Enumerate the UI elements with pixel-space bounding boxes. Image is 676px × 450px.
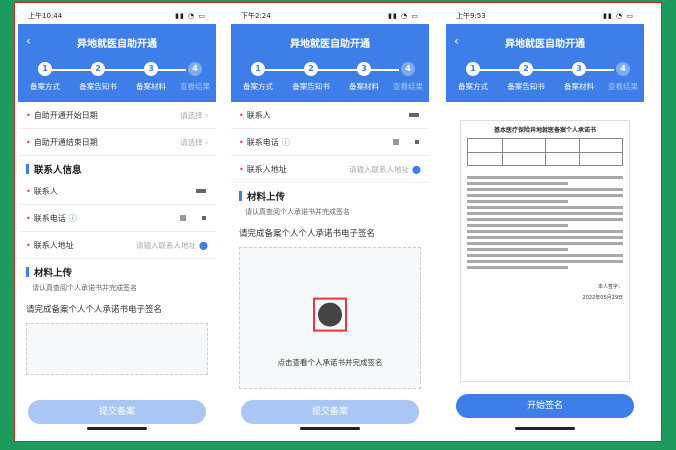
location-pin-icon[interactable]: ⬤ — [412, 165, 421, 174]
header: ‹ 异地就医自助开通 1 2 3 4 备案方式 备案告知书 备案材料 查看结果 — [446, 24, 644, 102]
step-2-label: 备案告知书 — [507, 82, 545, 91]
material-hint: 请认真查阅个人承诺书并完成签名 — [245, 208, 350, 216]
step-3-label: 备案材料 — [136, 82, 166, 91]
end-date-placeholder: 请选择 — [180, 137, 203, 147]
submit-button[interactable]: 提交备案 — [241, 400, 419, 424]
location-pin-icon[interactable]: ⬤ — [199, 241, 208, 250]
status-time: 下午2:24 — [241, 12, 271, 20]
material-hint: 请认真查阅个人承诺书并完成签名 — [32, 284, 137, 292]
back-icon[interactable]: ‹ — [26, 34, 31, 48]
signal-wifi-battery-icon: ▮▮ ◔ ▭ — [175, 12, 206, 20]
material-section-title: 材料上传 — [231, 183, 429, 205]
address-row[interactable]: • 联系人地址 请输入联系人地址 ⬤ — [231, 156, 429, 183]
step-1-label: 备案方式 — [243, 82, 273, 91]
chevron-right-icon: › — [205, 110, 208, 120]
page-title: 异地就医自助开通 — [77, 39, 157, 50]
start-date-label: 自助开通开始日期 — [33, 110, 98, 120]
step-2-circle: 2 — [91, 62, 105, 76]
masked-value — [196, 189, 206, 193]
masked-value — [409, 113, 419, 117]
address-label: 联系人地址 — [33, 240, 74, 250]
contact-row[interactable]: • 联系人 — [231, 102, 429, 129]
chevron-right-icon: › — [205, 137, 208, 147]
info-icon[interactable]: ⓘ — [69, 213, 77, 224]
phone-label: 联系电话 — [246, 137, 279, 147]
sign-prompt: 请完成备案个人个人承诺书电子签名 — [239, 229, 376, 239]
document-info-table — [467, 138, 623, 166]
step-4-circle: 4 — [616, 62, 630, 76]
start-date-row[interactable]: • 自助开通开始日期 请选择 › — [18, 102, 216, 129]
stepper: 1 2 3 4 备案方式 备案告知书 备案材料 查看结果 — [30, 60, 210, 100]
masked-value — [180, 215, 186, 221]
phone-row[interactable]: • 联系电话 ⓘ — [231, 129, 429, 156]
pen-edit-icon[interactable] — [313, 297, 347, 332]
step-3-label: 备案材料 — [349, 82, 379, 91]
start-sign-button[interactable]: 开始签名 — [456, 394, 634, 418]
header: 异地就医自助开通 1 2 3 4 备案方式 备案告知书 备案材料 查看结果 — [231, 24, 429, 102]
end-date-label: 自助开通结束日期 — [33, 137, 98, 147]
step-2-circle: 2 — [304, 62, 318, 76]
step-1-label: 备案方式 — [458, 82, 488, 91]
end-date-row[interactable]: • 自助开通结束日期 请选择 › — [18, 129, 216, 156]
step-3-circle: 3 — [357, 62, 371, 76]
stepper: 1 2 3 4 备案方式 备案告知书 备案材料 查看结果 — [458, 60, 638, 100]
signature-area[interactable] — [26, 323, 208, 375]
header: ‹ 异地就医自助开通 1 2 3 4 备案方式 备案告知书 备案材料 查看结果 — [18, 24, 216, 102]
submit-button[interactable]: 提交备案 — [28, 400, 206, 424]
page-title: 异地就医自助开通 — [290, 39, 370, 50]
step-4-circle: 4 — [401, 62, 415, 76]
back-icon[interactable]: ‹ — [454, 34, 459, 48]
step-1-circle: 1 — [38, 62, 52, 76]
phone-label: 联系电话 — [33, 213, 66, 223]
phone-screen-3: 上午9:53 ▮▮ ◔ ▭ ‹ 异地就医自助开通 1 2 3 4 备案方式 备案… — [446, 8, 644, 436]
step-4-label: 查看结果 — [393, 82, 423, 91]
status-time: 上午10:44 — [28, 12, 63, 20]
start-date-placeholder: 请选择 — [180, 110, 203, 120]
step-3-circle: 3 — [572, 62, 586, 76]
status-bar: 上午10:44 ▮▮ ◔ ▭ — [18, 8, 216, 24]
signature-area[interactable]: 点击查看个人承诺书并完成签名 — [239, 247, 421, 389]
info-icon[interactable]: ⓘ — [282, 137, 290, 148]
material-section-title: 材料上传 — [18, 259, 216, 281]
status-time: 上午9:53 — [456, 12, 486, 20]
contact-section-title: 联系人信息 — [18, 156, 216, 178]
step-2-circle: 2 — [519, 62, 533, 76]
address-row[interactable]: • 联系人地址 请输入联系人地址 ⬤ — [18, 232, 216, 259]
step-3-circle: 3 — [144, 62, 158, 76]
home-indicator — [87, 427, 147, 430]
step-4-label: 查看结果 — [180, 82, 210, 91]
phone-row[interactable]: • 联系电话 ⓘ — [18, 205, 216, 232]
step-1-circle: 1 — [251, 62, 265, 76]
contact-label: 联系人 — [246, 110, 271, 120]
signal-wifi-battery-icon: ▮▮ ◔ ▭ — [603, 12, 634, 20]
home-indicator — [515, 427, 575, 430]
step-4-label: 查看结果 — [608, 82, 638, 91]
commitment-document[interactable]: 基本医疗保险异地就医备案个人承诺书 本人签字： 2022年05月29日 — [460, 120, 630, 382]
document-date: 2022年05月29日 — [582, 295, 623, 301]
masked-value — [393, 139, 399, 145]
signal-wifi-battery-icon: ▮▮ ◔ ▭ — [388, 12, 419, 20]
document-title: 基本医疗保险异地就医备案个人承诺书 — [493, 127, 596, 134]
status-bar: 上午9:53 ▮▮ ◔ ▭ — [446, 8, 644, 24]
step-1-label: 备案方式 — [30, 82, 60, 91]
home-indicator — [300, 427, 360, 430]
step-2-label: 备案告知书 — [292, 82, 330, 91]
page-title: 异地就医自助开通 — [505, 39, 585, 50]
contact-label: 联系人 — [33, 186, 58, 196]
contact-row[interactable]: • 联系人 — [18, 178, 216, 205]
address-label: 联系人地址 — [246, 164, 287, 174]
step-2-label: 备案告知书 — [79, 82, 117, 91]
view-sign-link[interactable]: 点击查看个人承诺书并完成签名 — [240, 357, 420, 368]
address-input[interactable]: 请输入联系人地址 — [349, 165, 409, 174]
step-3-label: 备案材料 — [564, 82, 594, 91]
step-4-circle: 4 — [188, 62, 202, 76]
address-input[interactable]: 请输入联系人地址 — [136, 241, 196, 250]
document-signer: 本人签字： — [597, 284, 623, 290]
status-bar: 下午2:24 ▮▮ ◔ ▭ — [231, 8, 429, 24]
phone-screen-1: 上午10:44 ▮▮ ◔ ▭ ‹ 异地就医自助开通 1 2 3 4 备案方式 备… — [18, 8, 216, 436]
step-1-circle: 1 — [466, 62, 480, 76]
phone-screen-2: 下午2:24 ▮▮ ◔ ▭ 异地就医自助开通 1 2 3 4 备案方式 备案告知… — [231, 8, 429, 436]
sign-prompt: 请完成备案个人个人承诺书电子签名 — [26, 305, 163, 315]
stepper: 1 2 3 4 备案方式 备案告知书 备案材料 查看结果 — [243, 60, 423, 100]
